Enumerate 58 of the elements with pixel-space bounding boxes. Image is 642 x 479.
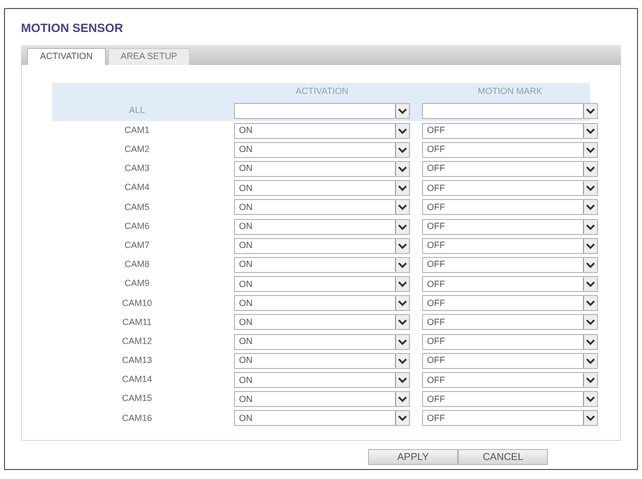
camera-label: CAM16 bbox=[120, 412, 153, 425]
page-title: MOTION SENSOR bbox=[21, 20, 124, 37]
activation-select[interactable]: ON bbox=[234, 410, 410, 426]
activation-select[interactable]: ON bbox=[234, 199, 410, 216]
activation-select[interactable] bbox=[234, 103, 410, 119]
motion-mark-select[interactable]: OFF bbox=[422, 180, 598, 196]
camera-label: CAM6 bbox=[123, 220, 150, 233]
motion-mark-select[interactable]: OFF bbox=[422, 122, 598, 139]
motion-mark-select[interactable]: OFF bbox=[422, 256, 598, 273]
motion-mark-select[interactable]: OFF bbox=[422, 314, 598, 330]
motion-mark-select[interactable]: OFF bbox=[422, 142, 598, 158]
activation-select[interactable]: ON bbox=[234, 334, 410, 350]
activation-select[interactable]: ON bbox=[234, 295, 410, 312]
activation-select[interactable]: ON bbox=[234, 218, 410, 235]
motion-mark-select[interactable]: OFF bbox=[422, 372, 598, 388]
camera-label: CAM4 bbox=[123, 181, 150, 194]
cancel-button[interactable]: CANCEL bbox=[458, 449, 548, 465]
camera-label: CAM5 bbox=[123, 200, 150, 214]
camera-label: CAM3 bbox=[123, 162, 150, 176]
motion-mark-select[interactable]: OFF bbox=[422, 410, 598, 426]
activation-select[interactable]: ON bbox=[234, 372, 410, 388]
motion-mark-select[interactable] bbox=[422, 103, 598, 119]
tab[interactable]: ACTIVATION bbox=[27, 48, 106, 65]
camera-label: CAM12 bbox=[120, 334, 153, 348]
motion-mark-select[interactable]: OFF bbox=[422, 276, 598, 292]
activation-select[interactable]: ON bbox=[234, 122, 410, 139]
camera-label: CAM10 bbox=[120, 296, 153, 310]
motion-mark-select[interactable]: OFF bbox=[422, 199, 598, 216]
camera-label: CAM9 bbox=[123, 277, 150, 290]
camera-label: CAM13 bbox=[120, 354, 153, 368]
tab[interactable]: AREA SETUP bbox=[108, 48, 190, 65]
activation-select[interactable]: ON bbox=[234, 276, 410, 292]
motion-mark-select[interactable]: OFF bbox=[422, 295, 598, 312]
activation-select[interactable]: ON bbox=[234, 314, 410, 330]
column-header: ACTIVATION bbox=[294, 85, 350, 98]
motion-mark-select[interactable]: OFF bbox=[422, 238, 598, 254]
camera-label: CAM11 bbox=[121, 316, 153, 329]
column-header: MOTION MARK bbox=[476, 85, 544, 98]
camera-label: CAM15 bbox=[120, 392, 153, 406]
motion-mark-select[interactable]: OFF bbox=[422, 334, 598, 350]
motion-mark-select[interactable]: OFF bbox=[422, 352, 598, 369]
motion-mark-select[interactable]: OFF bbox=[422, 391, 598, 408]
activation-select[interactable]: ON bbox=[234, 352, 410, 369]
activation-select[interactable]: ON bbox=[234, 180, 410, 196]
camera-label: ALL bbox=[128, 104, 146, 118]
camera-label: CAM7 bbox=[123, 238, 150, 252]
activation-select[interactable]: ON bbox=[234, 160, 410, 177]
motion-mark-select[interactable]: OFF bbox=[422, 218, 598, 235]
camera-label: CAM14 bbox=[120, 373, 153, 386]
activation-select[interactable]: ON bbox=[234, 256, 410, 273]
activation-select[interactable]: ON bbox=[234, 238, 410, 254]
camera-label: CAM8 bbox=[123, 258, 150, 272]
activation-select[interactable]: ON bbox=[234, 142, 410, 158]
motion-mark-select[interactable]: OFF bbox=[422, 160, 598, 177]
apply-button[interactable]: APPLY bbox=[368, 449, 458, 465]
camera-label: CAM2 bbox=[123, 143, 150, 156]
camera-label: CAM1 bbox=[123, 124, 150, 137]
activation-select[interactable]: ON bbox=[234, 391, 410, 408]
